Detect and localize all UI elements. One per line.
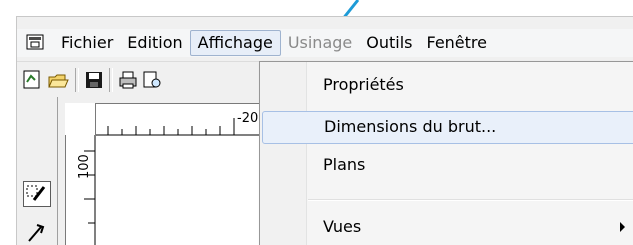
menu-usinage: Usinage xyxy=(287,33,353,52)
menu-item-label: Vues xyxy=(323,217,362,236)
app-window-icon[interactable] xyxy=(26,34,46,52)
print-icon[interactable] xyxy=(117,69,139,91)
save-disk-icon[interactable] xyxy=(83,69,105,91)
menu-item-label: Propriétés xyxy=(323,75,404,94)
menu-fichier[interactable]: Fichier xyxy=(54,30,120,56)
menu-bar: Fichier Edition Affichage Usinage Outils… xyxy=(17,29,633,57)
draw-pencil-icon[interactable] xyxy=(23,181,51,207)
toolbar-separator xyxy=(75,68,79,92)
curve-tool-icon[interactable] xyxy=(25,221,47,243)
menu-item-label: Dimensions du brut... xyxy=(324,117,497,136)
ruler-corner xyxy=(65,103,96,136)
menu-affichage[interactable]: Affichage xyxy=(189,30,281,56)
menu-fenetre[interactable]: Fenêtre xyxy=(419,30,494,56)
vertical-ruler xyxy=(65,135,97,245)
menu-edition[interactable]: Edition xyxy=(120,30,189,56)
submenu-arrow-icon xyxy=(620,222,625,232)
new-document-icon[interactable] xyxy=(21,69,43,91)
affichage-dropdown-menu: Propriétés Dimensions du brut... Plans V… xyxy=(259,61,633,245)
left-tool-panel xyxy=(17,97,58,245)
menu-item-plans[interactable]: Plans xyxy=(262,150,633,181)
toolbar-separator xyxy=(109,68,113,92)
menu-item-proprietes[interactable]: Propriétés xyxy=(262,70,633,101)
open-folder-icon[interactable] xyxy=(47,69,69,91)
menu-item-label: Plans xyxy=(323,155,366,174)
application-window: Fichier Edition Affichage Usinage Outils… xyxy=(16,16,633,245)
preview-icon[interactable] xyxy=(141,69,163,91)
ruler-v-label: 100 xyxy=(77,154,92,179)
menu-separator xyxy=(308,199,633,201)
menu-outils[interactable]: Outils xyxy=(359,30,419,56)
ruler-h-label: -20 xyxy=(237,111,259,126)
menu-item-vues[interactable]: Vues xyxy=(262,212,633,243)
menu-item-dimensions-du-brut[interactable]: Dimensions du brut... xyxy=(262,111,633,144)
